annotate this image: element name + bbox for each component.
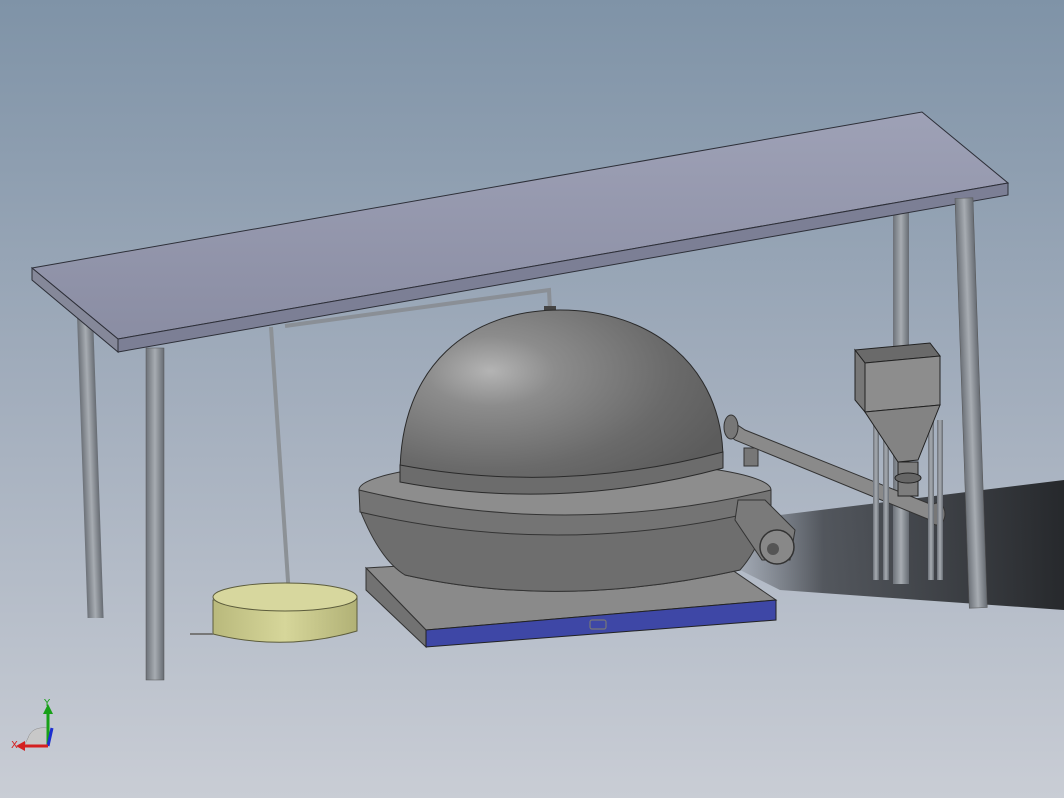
hopper-leg-4 — [937, 420, 943, 580]
gas-holder-dome — [399, 309, 724, 486]
outlet-collar — [743, 447, 759, 467]
hopper-box-front — [864, 355, 941, 413]
triad-y-label: Y — [43, 698, 51, 709]
hopper-spout-flange — [894, 472, 922, 484]
triad-x-label: X — [11, 740, 18, 751]
graphics-viewport[interactable]: Y X — [0, 0, 1064, 798]
hanging-rod — [269, 326, 291, 597]
canopy-leg-front-left — [145, 347, 165, 681]
canopy-leg-back-left — [76, 300, 104, 618]
hopper-leg-1 — [873, 420, 879, 580]
triad-plane — [23, 727, 49, 747]
model-scene[interactable] — [0, 0, 1064, 798]
water-tank-top — [212, 582, 358, 612]
conveyor-end-flange-left — [723, 414, 739, 440]
canopy-roof-top — [30, 111, 1010, 340]
outlet-wheel-hub — [767, 543, 779, 555]
hopper-leg-3 — [928, 420, 934, 580]
view-orientation-triad[interactable]: Y X — [10, 698, 60, 753]
